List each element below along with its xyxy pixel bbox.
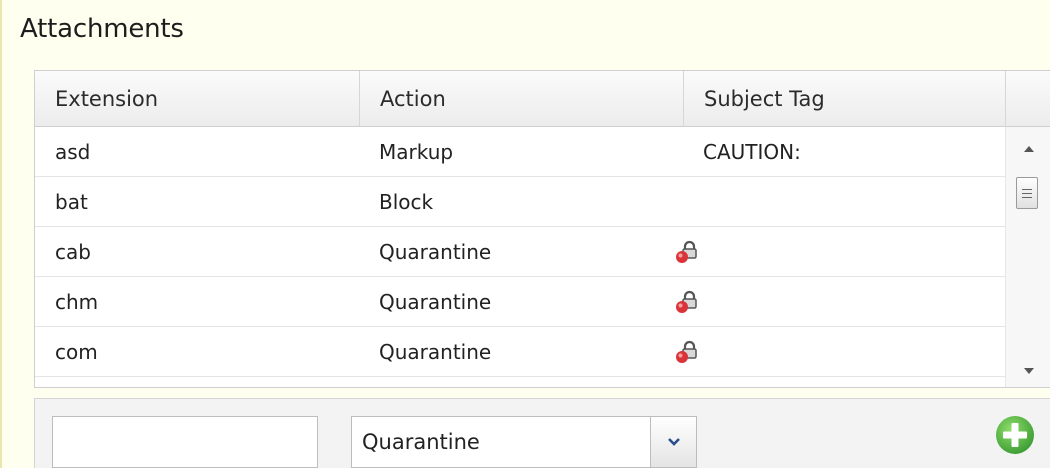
cell-action: Block bbox=[379, 190, 434, 214]
cell-extension: com bbox=[55, 340, 98, 364]
cell-action: Quarantine bbox=[379, 340, 492, 364]
column-header-subject-tag[interactable]: Subject Tag bbox=[684, 71, 1006, 127]
add-row-toolbar: Quarantine bbox=[34, 398, 1050, 468]
scroll-down-arrow-icon bbox=[1024, 368, 1034, 374]
scrollbar-thumb[interactable] bbox=[1016, 177, 1038, 209]
table-row[interactable]: bat Block bbox=[35, 177, 1005, 227]
action-select-button[interactable] bbox=[650, 417, 696, 467]
cell-action: Quarantine bbox=[379, 240, 492, 264]
scroll-up-arrow-icon bbox=[1024, 146, 1034, 152]
add-icon[interactable] bbox=[995, 415, 1035, 455]
table-row[interactable]: cab Quarantine bbox=[35, 227, 1005, 277]
column-header-action[interactable]: Action bbox=[360, 71, 684, 127]
cell-extension: asd bbox=[55, 140, 91, 164]
cell-extension: cab bbox=[55, 240, 91, 264]
scroll-down-button[interactable] bbox=[1006, 357, 1050, 385]
table-row[interactable]: asd Markup CAUTION: bbox=[35, 127, 1005, 177]
grid-rows: asd Markup CAUTION: bat Block cab Quaran… bbox=[35, 127, 1005, 387]
table-row[interactable]: com Quarantine bbox=[35, 327, 1005, 377]
attachments-grid: Extension Action Subject Tag asd Markup … bbox=[34, 70, 1050, 388]
chevron-down-icon bbox=[667, 438, 680, 446]
extension-input[interactable] bbox=[52, 416, 318, 468]
cell-action: Markup bbox=[379, 140, 454, 164]
column-header-extension[interactable]: Extension bbox=[35, 71, 360, 127]
table-row[interactable]: chm Quarantine bbox=[35, 277, 1005, 327]
lock-icon bbox=[676, 290, 697, 313]
action-select-value: Quarantine bbox=[362, 430, 480, 454]
cell-extension: chm bbox=[55, 290, 99, 314]
cell-extension: bat bbox=[55, 190, 88, 214]
lock-icon bbox=[676, 240, 697, 263]
panel-title: Attachments bbox=[20, 14, 184, 44]
attachments-panel: Attachments Extension Action Subject Tag… bbox=[0, 0, 1050, 468]
grid-header: Extension Action Subject Tag bbox=[35, 71, 1050, 127]
cell-action: Quarantine bbox=[379, 290, 492, 314]
cell-subject-tag: CAUTION: bbox=[703, 140, 801, 164]
scroll-up-button[interactable] bbox=[1006, 135, 1050, 163]
vertical-scrollbar[interactable] bbox=[1005, 127, 1050, 387]
lock-icon bbox=[676, 340, 697, 363]
action-select[interactable]: Quarantine bbox=[351, 416, 697, 468]
